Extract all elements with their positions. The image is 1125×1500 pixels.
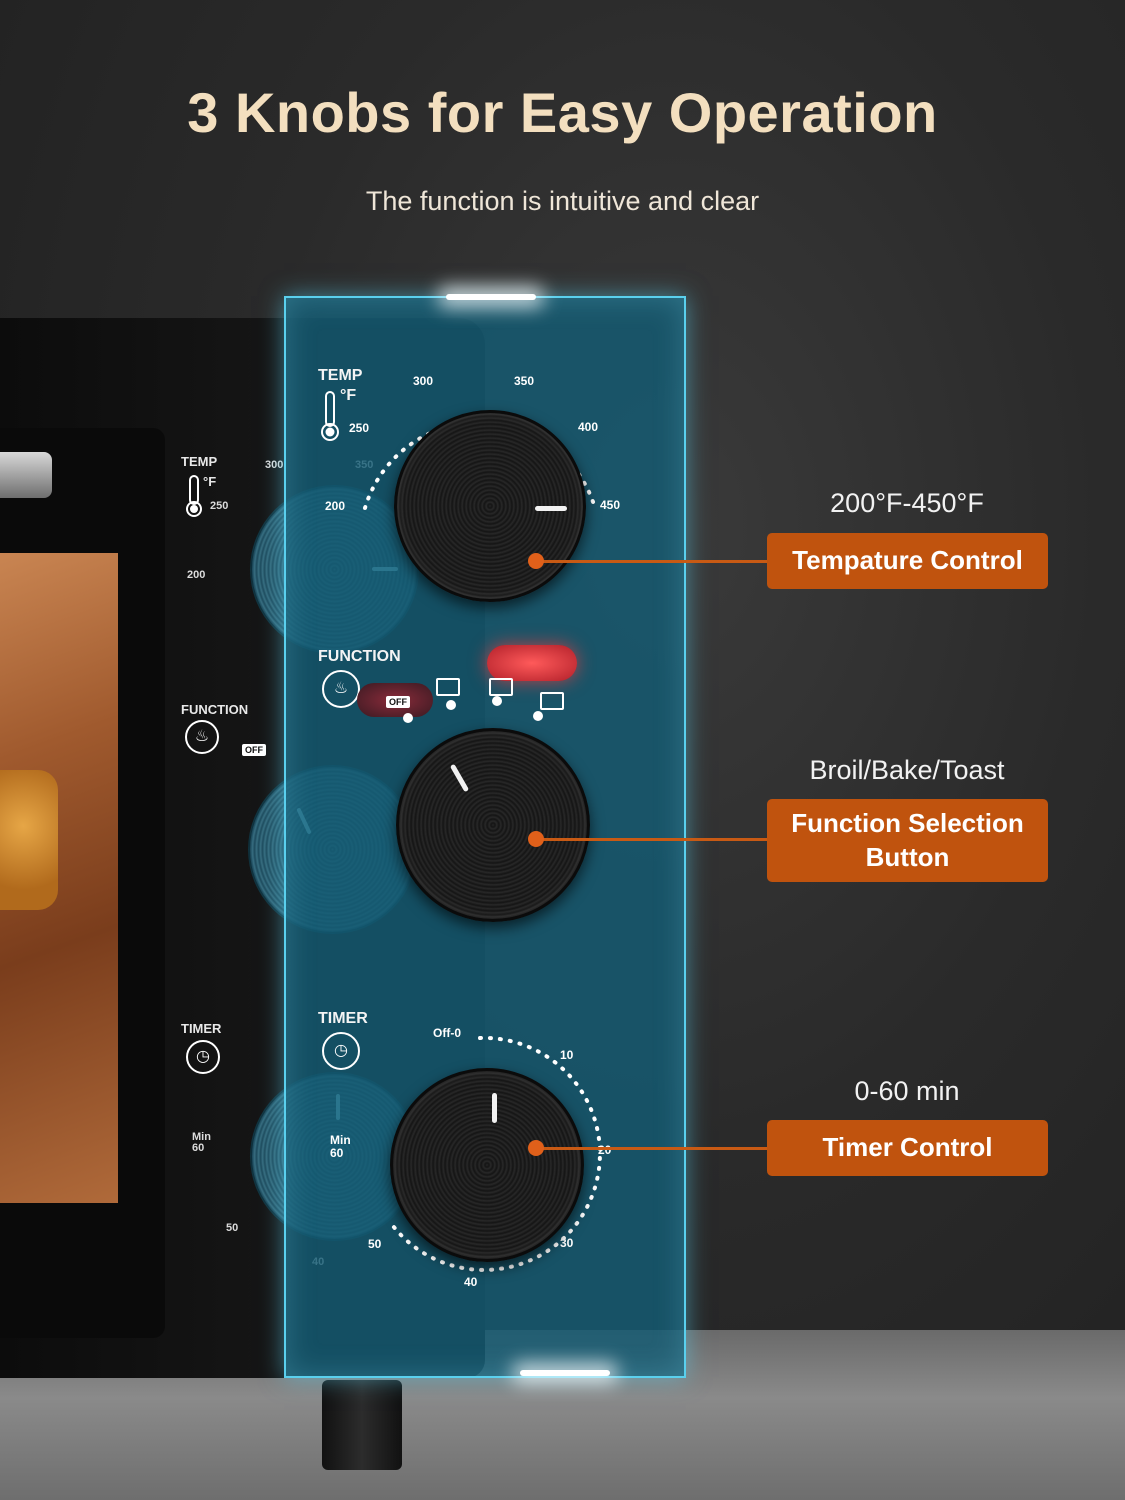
side-temp-tick: 300 (265, 459, 284, 471)
callout-timer-dot (528, 1140, 544, 1156)
side-thermometer-icon (183, 474, 205, 523)
side-temp-tick: 250 (210, 500, 229, 512)
side-temp-unit: °F (203, 474, 217, 489)
callout-timer-label: Timer Control (767, 1120, 1048, 1176)
function-position-dot (446, 700, 456, 710)
side-timer-tick: 60 (192, 1142, 205, 1154)
side-temp-label: TEMP (181, 454, 218, 469)
panel-glow-top (446, 294, 536, 300)
page-subtitle: The function is intuitive and clear (365, 186, 760, 216)
side-timer-tick: 50 (226, 1222, 239, 1234)
page-title: 3 Knobs for Easy Operation (187, 81, 938, 144)
callout-function-line (538, 838, 767, 841)
function-position-dot (533, 711, 543, 721)
side-flame-icon: ♨ (185, 720, 219, 754)
timer-knob[interactable] (390, 1068, 584, 1262)
timer-tick: 60 (330, 1146, 344, 1160)
toast-icon (540, 692, 564, 710)
callout-function-title: Broil/Bake/Toast (809, 755, 1005, 785)
bake-icon (436, 678, 460, 696)
clock-icon: ◷ (322, 1032, 360, 1070)
door-handle (0, 452, 52, 498)
side-off-badge: OFF (242, 744, 266, 756)
function-label: FUNCTION (318, 648, 401, 665)
off-badge: OFF (386, 696, 410, 708)
panel-glow-bottom (520, 1370, 610, 1376)
timer-tick: Min (330, 1133, 351, 1147)
function-knob[interactable] (396, 728, 590, 922)
toast-image (0, 770, 58, 910)
callout-function-label: Function Selection Button (767, 799, 1048, 882)
function-position-dot (403, 713, 413, 723)
temperature-knob[interactable] (394, 410, 586, 602)
thermometer-icon (318, 390, 342, 447)
oven-foot (322, 1380, 402, 1470)
temp-tick: 200 (325, 499, 346, 513)
callout-timer-line (538, 1147, 767, 1150)
callout-temp-line (538, 560, 767, 563)
callout-temp-title: 200°F-450°F (830, 488, 984, 518)
timer-label: TIMER (318, 1010, 368, 1027)
callout-temp-dot (528, 553, 544, 569)
temp-unit: °F (340, 387, 357, 404)
side-timer-label: TIMER (181, 1021, 222, 1036)
indicator-light-on (487, 645, 577, 681)
side-temp-tick: 200 (187, 569, 206, 581)
broil-icon (489, 678, 513, 696)
function-position-dot (492, 696, 502, 706)
callout-temp-label: Tempature Control (767, 533, 1048, 589)
flame-icon: ♨ (322, 670, 360, 708)
side-clock-icon: ◷ (186, 1040, 220, 1074)
callout-timer-title: 0-60 min (854, 1076, 960, 1106)
callout-function-dot (528, 831, 544, 847)
side-function-label: FUNCTION (181, 702, 249, 717)
